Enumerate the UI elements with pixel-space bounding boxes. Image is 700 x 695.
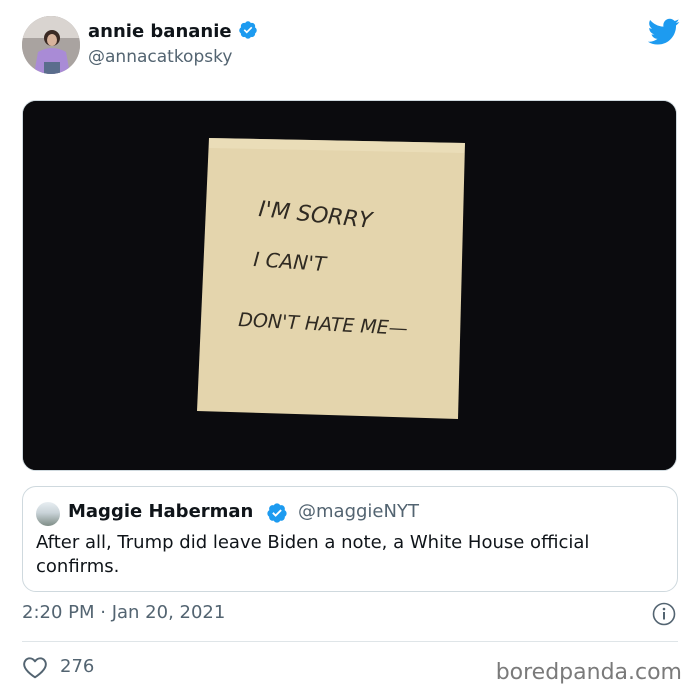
author-avatar[interactable] bbox=[22, 16, 80, 74]
quoted-author-handle[interactable]: @maggieNYT bbox=[298, 501, 419, 522]
tweet-timestamp[interactable]: 2:20 PM · Jan 20, 2021 bbox=[22, 602, 225, 623]
quoted-tweet[interactable]: Maggie Haberman @maggieNYT After all, Tr… bbox=[22, 486, 678, 592]
quoted-author-name[interactable]: Maggie Haberman bbox=[68, 501, 253, 522]
quoted-author-avatar[interactable] bbox=[36, 502, 60, 526]
like-count: 276 bbox=[60, 656, 95, 677]
heart-icon[interactable] bbox=[22, 655, 48, 683]
verified-badge-icon bbox=[266, 502, 288, 528]
author-display-name[interactable]: annie bananie bbox=[88, 20, 258, 45]
divider bbox=[22, 641, 678, 642]
tweet-photo[interactable]: I'M SORRY I CAN'T DON'T HATE ME— bbox=[22, 100, 677, 471]
watermark: boredpanda.com bbox=[495, 660, 682, 685]
quoted-tweet-text: After all, Trump did leave Biden a note,… bbox=[36, 532, 590, 577]
twitter-bird-icon[interactable] bbox=[647, 18, 680, 50]
info-icon[interactable] bbox=[652, 602, 676, 630]
tweet-header: annie bananie @annacatkopsky bbox=[22, 16, 682, 76]
author-handle[interactable]: @annacatkopsky bbox=[88, 47, 232, 67]
tweet-card: annie bananie @annacatkopsky I'M SORRY I… bbox=[0, 0, 700, 695]
author-name-text[interactable]: annie bananie bbox=[88, 21, 232, 42]
verified-badge-icon bbox=[238, 20, 258, 45]
